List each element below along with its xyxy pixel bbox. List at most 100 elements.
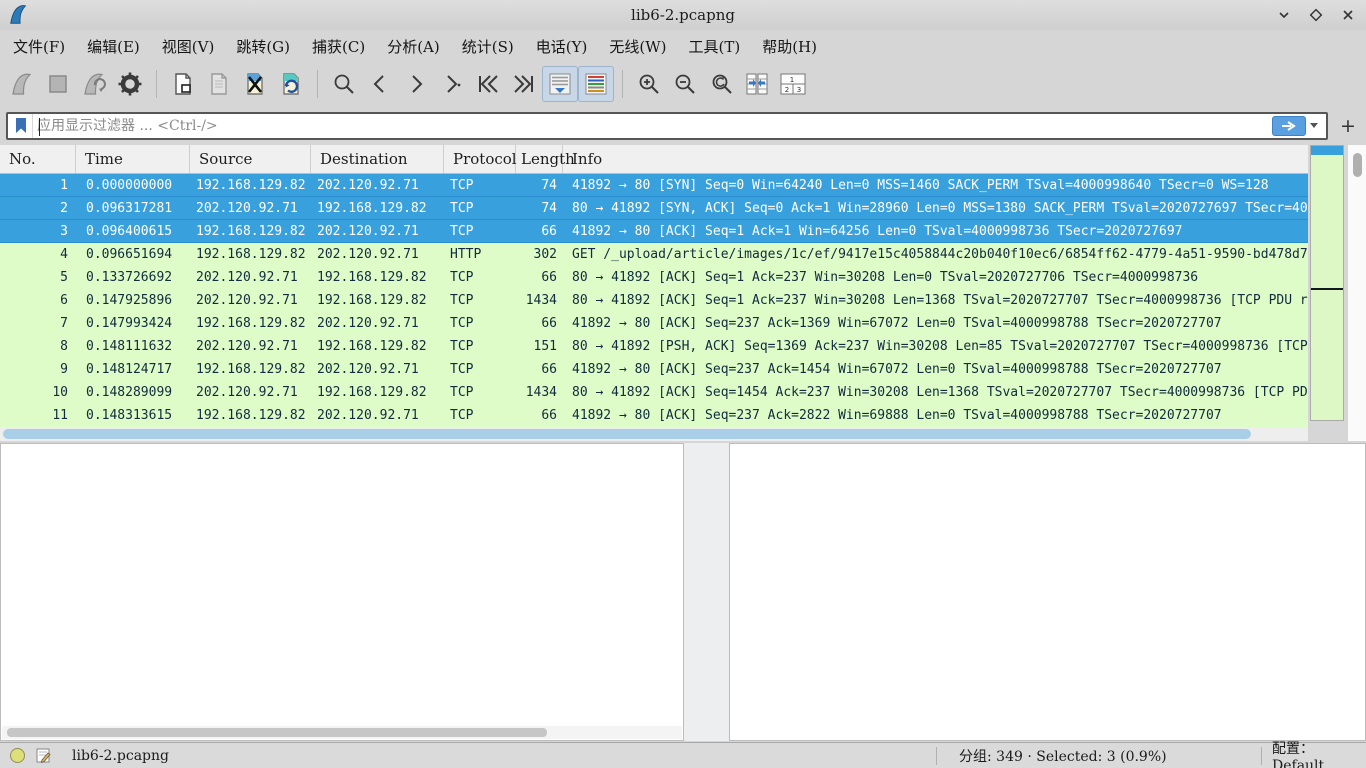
packet-row[interactable]: 5 0.133726692 202.120.92.71 192.168.129.… [0,266,1308,289]
cell-no: 4 [0,243,76,266]
resize-columns-button[interactable] [739,66,775,102]
packet-row[interactable]: 9 0.148124717 192.168.129.82 202.120.92.… [0,358,1308,381]
go-forward-button[interactable] [398,66,434,102]
open-file-button[interactable] [165,66,201,102]
chevron-left-icon [369,73,391,95]
column-header-info[interactable]: Info [563,145,1308,173]
find-packet-button[interactable] [326,66,362,102]
filter-dropdown-caret[interactable] [1310,123,1318,128]
cell-info: 80 → 41892 [PSH, ACK] Seq=1369 Ack=237 W… [563,335,1308,358]
first-packet-button[interactable] [470,66,506,102]
menu-item[interactable]: 统计(S) [451,32,525,61]
column-header-protocol[interactable]: Protocol [444,145,516,173]
cell-source: 202.120.92.71 [190,197,311,219]
packet-details-pane[interactable] [0,443,684,741]
go-back-button[interactable] [362,66,398,102]
menu-item[interactable]: 视图(V) [151,32,226,61]
zoom-in-button[interactable] [631,66,667,102]
stop-capture-button[interactable] [40,66,76,102]
reload-file-button[interactable] [273,66,309,102]
save-file-button[interactable] [201,66,237,102]
cell-length: 1434 [516,381,563,404]
close-button[interactable] [1336,3,1360,27]
packet-row[interactable]: 10 0.148289099 202.120.92.71 192.168.129… [0,381,1308,404]
intelligent-scrollbar-minimap[interactable] [1310,145,1344,421]
auto-scroll-toggle[interactable] [542,66,578,102]
layout-chooser-button[interactable]: 123 [775,66,811,102]
minimap-selected-range [1311,146,1343,155]
cell-length: 66 [516,266,563,289]
menu-item[interactable]: 捕获(C) [301,32,376,61]
capture-options-button[interactable] [112,66,148,102]
menu-item[interactable]: 跳转(G) [225,32,301,61]
apply-filter-button[interactable] [1272,116,1306,136]
profile-selector[interactable]: 配置：Default [1262,738,1366,768]
packet-row[interactable]: 1 0.000000000 192.168.129.82 202.120.92.… [0,174,1308,197]
column-header-no[interactable]: No. [0,145,76,173]
packet-row[interactable]: 4 0.096651694 192.168.129.82 202.120.92.… [0,243,1308,266]
packet-row[interactable]: 7 0.147993424 192.168.129.82 202.120.92.… [0,312,1308,335]
cell-length: 74 [516,197,563,219]
cell-info: 41892 → 80 [ACK] Seq=237 Ack=2822 Win=69… [563,404,1308,427]
menu-item[interactable]: 工具(T) [677,32,751,61]
packet-list-vscrollbar[interactable] [1347,145,1366,441]
colorize-toggle[interactable] [578,66,614,102]
details-hscrollbar-thumb[interactable] [7,728,547,737]
start-capture-button[interactable] [4,66,40,102]
colorize-icon [583,71,609,97]
column-header-destination[interactable]: Destination [311,145,444,173]
bookmark-icon [14,117,28,134]
details-hscrollbar[interactable] [2,726,682,739]
cell-info: 41892 → 80 [ACK] Seq=1 Ack=1 Win=64256 L… [563,220,1308,242]
cell-destination: 202.120.92.71 [311,358,444,381]
expert-info-icon[interactable] [10,748,25,763]
cell-destination: 192.168.129.82 [311,381,444,404]
close-file-button[interactable] [237,66,273,102]
cell-source: 192.168.129.82 [190,404,311,427]
minimize-button[interactable] [1272,3,1296,27]
menu-item[interactable]: 分析(A) [376,32,451,61]
maximize-button[interactable] [1304,3,1328,27]
menu-item[interactable]: 帮助(H) [751,32,828,61]
vscrollbar-thumb[interactable] [1353,153,1362,177]
menu-item[interactable]: 电话(Y) [525,32,599,61]
cell-length: 1434 [516,289,563,312]
menu-item[interactable]: 编辑(E) [76,32,151,61]
cell-length: 66 [516,358,563,381]
menu-item[interactable]: 文件(F) [2,32,76,61]
capture-comment-icon[interactable] [35,747,52,764]
column-header-time[interactable]: Time [76,145,190,173]
filter-bookmark-button[interactable] [9,114,33,138]
zoom-reset-icon [709,72,733,96]
restart-capture-button[interactable] [76,66,112,102]
packet-bytes-pane[interactable] [729,443,1366,741]
add-filter-button[interactable]: + [1336,114,1360,138]
cell-destination: 202.120.92.71 [311,312,444,335]
minimap-marker [1311,288,1343,290]
first-packet-icon [476,73,500,95]
menu-item[interactable]: 无线(W) [598,32,677,61]
packet-row[interactable]: 11 0.148313615 192.168.129.82 202.120.92… [0,404,1308,427]
packet-row[interactable]: 8 0.148111632 202.120.92.71 192.168.129.… [0,335,1308,358]
cell-source: 192.168.129.82 [190,220,311,242]
go-to-packet-button[interactable] [434,66,470,102]
cell-time: 0.133726692 [76,266,190,289]
column-header-source[interactable]: Source [190,145,311,173]
packet-row[interactable]: 2 0.096317281 202.120.92.71 192.168.129.… [0,197,1308,220]
column-header-length[interactable]: Length [516,145,563,173]
auto-scroll-icon [547,71,573,97]
cell-info: 41892 → 80 [SYN] Seq=0 Win=64240 Len=0 M… [563,174,1308,196]
packet-row[interactable]: 6 0.147925896 202.120.92.71 192.168.129.… [0,289,1308,312]
menu-bar: 文件(F)编辑(E)视图(V)跳转(G)捕获(C)分析(A)统计(S)电话(Y)… [0,30,1366,62]
display-filter-input[interactable] [33,115,1272,137]
zoom-reset-button[interactable] [703,66,739,102]
cell-info: 41892 → 80 [ACK] Seq=237 Ack=1454 Win=67… [563,358,1308,381]
packet-row[interactable]: 3 0.096400615 192.168.129.82 202.120.92.… [0,220,1308,243]
last-packet-button[interactable] [506,66,542,102]
cell-time: 0.148313615 [76,404,190,427]
hscrollbar-thumb[interactable] [3,429,1251,439]
shark-fin-icon [9,71,35,97]
packet-list-hscrollbar[interactable] [0,427,1308,441]
zoom-out-button[interactable] [667,66,703,102]
cell-time: 0.096651694 [76,243,190,266]
